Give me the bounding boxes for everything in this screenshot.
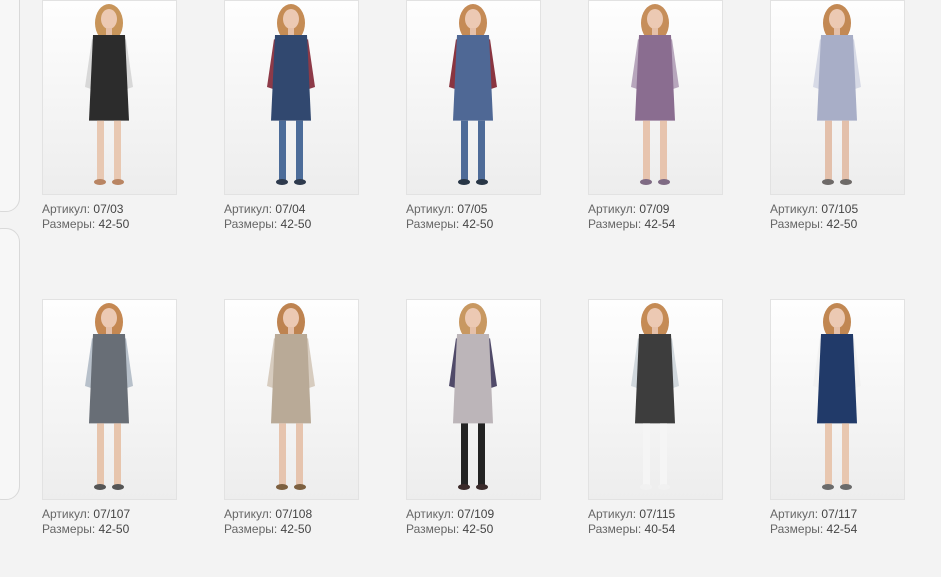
article-label: Артикул: [42, 202, 91, 216]
product-card[interactable]: Артикул: 07/05 Размеры: 42-50 [406, 0, 541, 232]
product-meta: Артикул: 07/05 Размеры: 42-50 [406, 202, 541, 232]
model-photo-icon [449, 4, 497, 185]
product-card[interactable]: Артикул: 07/105 Размеры: 42-50 [770, 0, 905, 232]
sizes-label: Размеры: [224, 217, 278, 231]
product-image[interactable] [224, 0, 359, 195]
left-frame-edge [0, 228, 20, 500]
product-image[interactable] [588, 299, 723, 500]
article-value: 07/03 [93, 202, 124, 216]
article-value: 07/04 [275, 202, 306, 216]
model-photo-icon [813, 303, 861, 490]
sizes-value: 42-54 [644, 217, 676, 231]
product-meta: Артикул: 07/03 Размеры: 42-50 [42, 202, 177, 232]
article-value: 07/109 [457, 507, 495, 521]
article-label: Артикул: [588, 507, 637, 521]
product-meta: Артикул: 07/115 Размеры: 40-54 [588, 507, 723, 537]
model-photo-icon [449, 303, 497, 490]
sizes-label: Размеры: [770, 217, 824, 231]
article-value: 07/05 [457, 202, 488, 216]
product-image[interactable] [406, 299, 541, 500]
article-value: 07/115 [639, 507, 676, 521]
model-photo-icon [85, 303, 133, 490]
sizes-value: 42-50 [462, 522, 494, 536]
product-image[interactable] [406, 0, 541, 195]
product-card[interactable]: Артикул: 07/107 Размеры: 42-50 [42, 299, 177, 537]
sizes-value: 42-50 [826, 217, 858, 231]
sizes-value: 42-50 [98, 522, 130, 536]
model-photo-icon [631, 303, 679, 490]
product-image[interactable] [224, 299, 359, 500]
sizes-value: 42-50 [280, 217, 312, 231]
product-card[interactable]: Артикул: 07/117 Размеры: 42-54 [770, 299, 905, 537]
product-card[interactable]: Артикул: 07/03 Размеры: 42-50 [42, 0, 177, 232]
article-label: Артикул: [42, 507, 91, 521]
product-image[interactable] [42, 0, 177, 195]
product-meta: Артикул: 07/109 Размеры: 42-50 [406, 507, 541, 537]
product-meta: Артикул: 07/105 Размеры: 42-50 [770, 202, 905, 232]
article-value: 07/09 [639, 202, 670, 216]
article-value: 07/108 [275, 507, 313, 521]
article-label: Артикул: [770, 507, 819, 521]
sizes-value: 42-54 [826, 522, 858, 536]
product-card[interactable]: Артикул: 07/09 Размеры: 42-54 [588, 0, 723, 232]
product-meta: Артикул: 07/04 Размеры: 42-50 [224, 202, 359, 232]
sizes-label: Размеры: [42, 217, 96, 231]
product-image[interactable] [770, 0, 905, 195]
product-card[interactable]: Артикул: 07/109 Размеры: 42-50 [406, 299, 541, 537]
sizes-value: 42-50 [280, 522, 312, 536]
sizes-value: 42-50 [98, 217, 130, 231]
product-image[interactable] [770, 299, 905, 500]
article-label: Артикул: [224, 507, 273, 521]
model-photo-icon [267, 303, 315, 490]
article-label: Артикул: [770, 202, 819, 216]
article-label: Артикул: [588, 202, 637, 216]
article-value: 07/105 [821, 202, 859, 216]
article-value: 07/107 [93, 507, 131, 521]
product-meta: Артикул: 07/108 Размеры: 42-50 [224, 507, 359, 537]
product-meta: Артикул: 07/09 Размеры: 42-54 [588, 202, 723, 232]
sizes-label: Размеры: [224, 522, 278, 536]
model-photo-icon [631, 4, 679, 185]
product-meta: Артикул: 07/107 Размеры: 42-50 [42, 507, 177, 537]
sizes-label: Размеры: [588, 217, 642, 231]
sizes-label: Размеры: [770, 522, 824, 536]
sizes-label: Размеры: [406, 217, 460, 231]
article-label: Артикул: [406, 202, 455, 216]
sizes-label: Размеры: [406, 522, 460, 536]
article-value: 07/117 [821, 507, 858, 521]
sizes-value: 40-54 [644, 522, 676, 536]
product-meta: Артикул: 07/117 Размеры: 42-54 [770, 507, 905, 537]
product-image[interactable] [42, 299, 177, 500]
model-photo-icon [813, 4, 861, 185]
model-photo-icon [267, 4, 315, 185]
sizes-label: Размеры: [42, 522, 96, 536]
sizes-label: Размеры: [588, 522, 642, 536]
product-grid: Артикул: 07/03 Размеры: 42-50 Артикул: 0… [42, 0, 912, 577]
product-card[interactable]: Артикул: 07/04 Размеры: 42-50 [224, 0, 359, 232]
product-card[interactable]: Артикул: 07/108 Размеры: 42-50 [224, 299, 359, 537]
sizes-value: 42-50 [462, 217, 494, 231]
article-label: Артикул: [406, 507, 455, 521]
article-label: Артикул: [224, 202, 273, 216]
product-image[interactable] [588, 0, 723, 195]
product-card[interactable]: Артикул: 07/115 Размеры: 40-54 [588, 299, 723, 537]
model-photo-icon [85, 4, 133, 185]
left-frame-edge [0, 0, 20, 212]
